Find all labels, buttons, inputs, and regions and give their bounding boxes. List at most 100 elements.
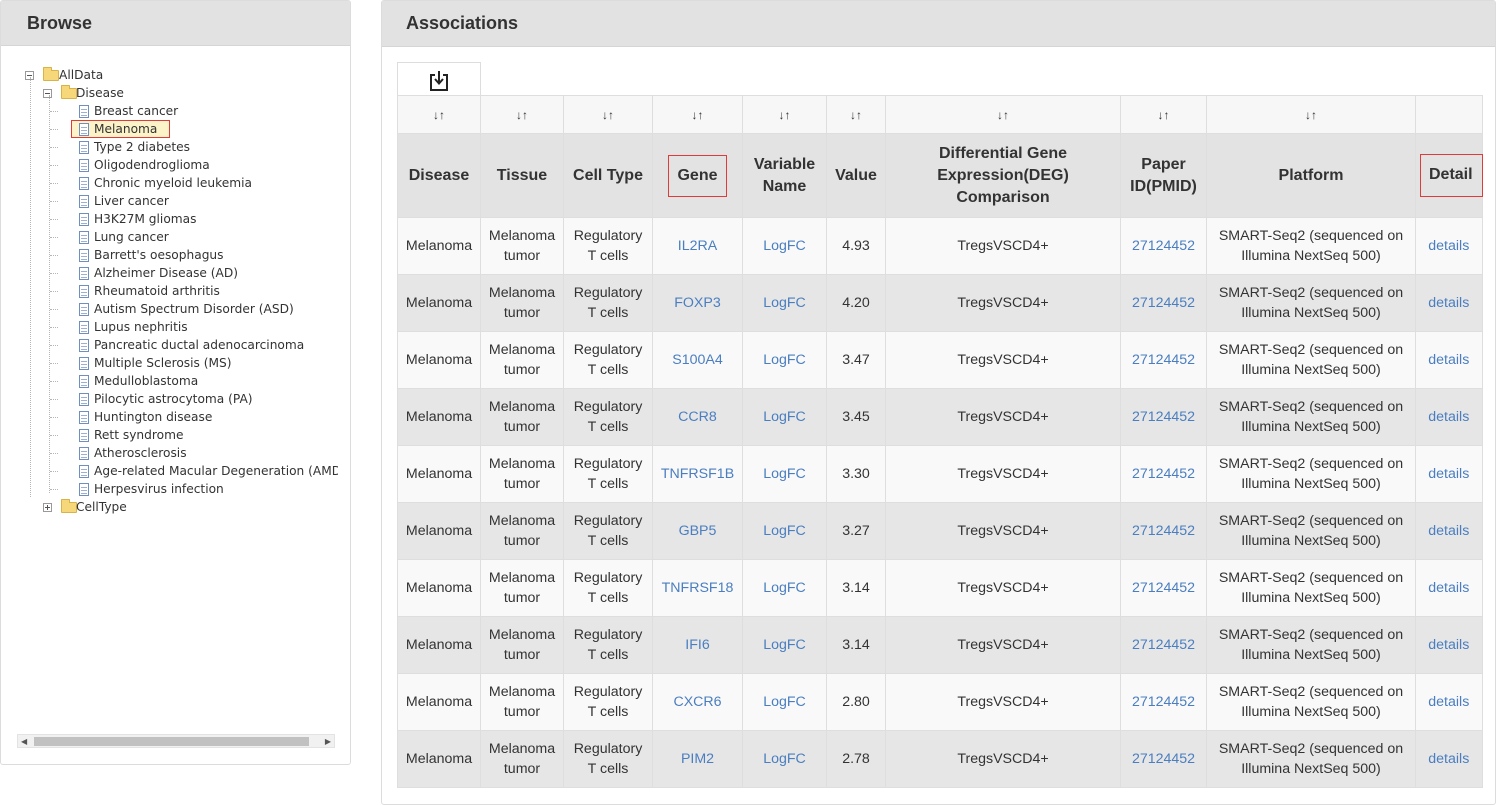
column-header-tissue[interactable]: Tissue (480, 133, 564, 218)
details-link[interactable]: details (1428, 295, 1469, 311)
details-link[interactable]: details (1428, 637, 1469, 653)
table-cell: TNFRSF18 (652, 559, 743, 617)
column-header-platform[interactable]: Platform (1206, 133, 1416, 218)
cell-platform: SMART-Seq2 (sequenced on Illumina NextSe… (1218, 570, 1404, 606)
details-link[interactable]: details (1428, 352, 1469, 368)
variable-name-link[interactable]: LogFC (763, 523, 806, 539)
cell-deg-comparison: TregsVSCD4+ (957, 637, 1049, 653)
sort-icon[interactable]: ↓↑ (480, 95, 564, 134)
tree-horizontal-scrollbar[interactable]: ◀ ▶ (17, 734, 335, 748)
column-header-disease[interactable]: Disease (397, 133, 481, 218)
table-cell: TregsVSCD4+ (885, 616, 1121, 674)
table-cell: Melanoma tumor (480, 388, 564, 446)
details-link[interactable]: details (1428, 238, 1469, 254)
column-header-pmid[interactable]: Paper ID(PMID) (1120, 133, 1207, 218)
pmid-link[interactable]: 27124452 (1132, 580, 1195, 596)
variable-name-link[interactable]: LogFC (763, 238, 806, 254)
sort-icon[interactable]: ↓↑ (652, 95, 743, 134)
gene-link[interactable]: CXCR6 (673, 694, 721, 710)
table-cell: details (1415, 616, 1483, 674)
sort-icon[interactable]: ↓↑ (1120, 95, 1207, 134)
pmid-link[interactable]: 27124452 (1132, 523, 1195, 539)
cell-disease: Melanoma (405, 295, 473, 311)
gene-link[interactable]: TNFRSF1B (661, 466, 734, 482)
details-link[interactable]: details (1428, 523, 1469, 539)
sort-icon[interactable]: ↓↑ (885, 95, 1121, 134)
table-cell: 27124452 (1120, 331, 1207, 389)
variable-name-link[interactable]: LogFC (763, 694, 806, 710)
variable-name-link[interactable]: LogFC (763, 295, 806, 311)
column-header-cell-type[interactable]: Cell Type (563, 133, 653, 218)
details-link[interactable]: details (1428, 409, 1469, 425)
gene-link[interactable]: FOXP3 (674, 295, 721, 311)
pmid-link[interactable]: 27124452 (1132, 466, 1195, 482)
expand-toggle-icon[interactable] (43, 503, 52, 512)
sort-icon[interactable]: ↓↑ (742, 95, 827, 134)
table-cell: Melanoma tumor (480, 331, 564, 389)
table-row: Melanoma Melanoma tumor Regulatory T cells… (397, 673, 1483, 731)
document-icon (79, 123, 89, 136)
table-cell: 27124452 (1120, 616, 1207, 674)
details-link[interactable]: details (1428, 466, 1469, 482)
column-header-gene[interactable]: Gene (652, 133, 743, 218)
details-link[interactable]: details (1428, 694, 1469, 710)
pmid-link[interactable]: 27124452 (1132, 295, 1195, 311)
gene-link[interactable]: IL2RA (678, 238, 717, 254)
variable-name-link[interactable]: LogFC (763, 637, 806, 653)
export-button[interactable] (397, 62, 481, 96)
document-icon (79, 375, 89, 388)
browse-tree: AllData Disease Breast cancer Melanoma Typ… (23, 65, 338, 525)
variable-name-link[interactable]: LogFC (763, 751, 806, 767)
gene-link[interactable]: S100A4 (672, 352, 723, 368)
cell-platform: SMART-Seq2 (sequenced on Illumina NextSe… (1218, 684, 1404, 720)
gene-link[interactable]: GBP5 (679, 523, 717, 539)
cell-cell-type: Regulatory T cells (573, 228, 643, 264)
scroll-right-icon[interactable]: ▶ (325, 737, 331, 746)
cell-deg-comparison: TregsVSCD4+ (957, 466, 1049, 482)
sort-icon[interactable]: ↓↑ (397, 95, 481, 134)
sort-icon[interactable]: ↓↑ (826, 95, 886, 134)
variable-name-link[interactable]: LogFC (763, 409, 806, 425)
sort-icon[interactable]: ↓↑ (1206, 95, 1416, 134)
pmid-link[interactable]: 27124452 (1132, 238, 1195, 254)
tree-node-label: Barrett's oesophagus (94, 248, 224, 262)
variable-name-link[interactable]: LogFC (763, 352, 806, 368)
document-icon (79, 267, 89, 280)
cell-tissue: Melanoma tumor (488, 627, 556, 663)
tree-node-label: Lupus nephritis (94, 320, 188, 334)
document-icon (79, 357, 89, 370)
cell-tissue: Melanoma tumor (488, 399, 556, 435)
table-cell: Regulatory T cells (563, 673, 653, 731)
column-header-variable-name[interactable]: Variable Name (742, 133, 827, 218)
pmid-link[interactable]: 27124452 (1132, 637, 1195, 653)
gene-link[interactable]: TNFRSF18 (662, 580, 734, 596)
variable-name-link[interactable]: LogFC (763, 580, 806, 596)
associations-table: ↓↑ ↓↑ ↓↑ ↓↑ ↓↑ ↓↑ ↓↑ ↓↑ ↓↑ Disease Tissue Cell T… (397, 95, 1483, 788)
table-cell: Melanoma tumor (480, 445, 564, 503)
table-row: Melanoma Melanoma tumor Regulatory T cells… (397, 388, 1483, 446)
table-cell: SMART-Seq2 (sequenced on Illumina NextSe… (1206, 217, 1416, 275)
variable-name-link[interactable]: LogFC (763, 466, 806, 482)
table-cell: 3.14 (826, 616, 886, 674)
cell-tissue: Melanoma tumor (488, 684, 556, 720)
details-link[interactable]: details (1428, 751, 1469, 767)
tree-node-label: Oligodendroglioma (94, 158, 210, 172)
scrollbar-thumb[interactable] (34, 737, 309, 746)
sort-icon[interactable]: ↓↑ (563, 95, 653, 134)
cell-tissue: Melanoma tumor (488, 741, 556, 777)
cell-platform: SMART-Seq2 (sequenced on Illumina NextSe… (1218, 627, 1404, 663)
cell-deg-comparison: TregsVSCD4+ (957, 409, 1049, 425)
scroll-left-icon[interactable]: ◀ (21, 737, 27, 746)
details-link[interactable]: details (1428, 580, 1469, 596)
gene-link[interactable]: IFI6 (685, 637, 709, 653)
collapse-toggle-icon[interactable] (43, 89, 52, 98)
pmid-link[interactable]: 27124452 (1132, 352, 1195, 368)
column-header-value[interactable]: Value (826, 133, 886, 218)
gene-link[interactable]: CCR8 (678, 409, 717, 425)
cell-cell-type: Regulatory T cells (573, 513, 643, 549)
pmid-link[interactable]: 27124452 (1132, 409, 1195, 425)
column-header-deg-comparison[interactable]: Differential Gene Expression(DEG) Compar… (885, 133, 1121, 218)
pmid-link[interactable]: 27124452 (1132, 751, 1195, 767)
pmid-link[interactable]: 27124452 (1132, 694, 1195, 710)
gene-link[interactable]: PIM2 (681, 751, 714, 767)
